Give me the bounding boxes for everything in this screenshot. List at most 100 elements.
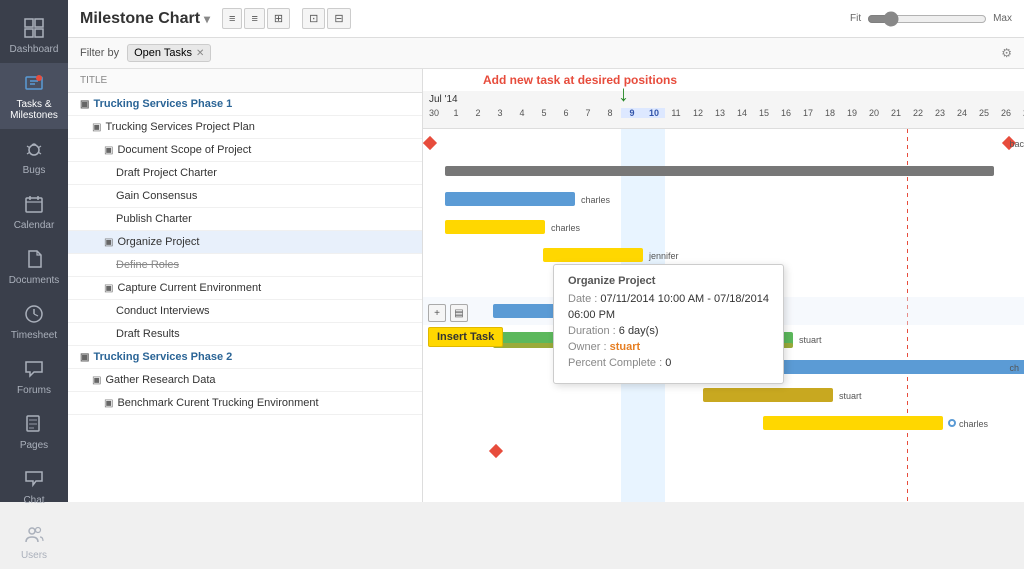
filter-tag-open-tasks[interactable]: Open Tasks ✕ [127,44,211,62]
chat-icon [22,467,46,491]
gantt-date-header: Jul '14 30 1 2 3 4 5 6 7 8 9 10 11 12 13 [423,91,1024,129]
collapse-icon[interactable]: ▣ [104,145,113,156]
gantt-day: 14 [731,108,753,118]
list-item[interactable]: ▣ Trucking Services Phase 2 [68,346,422,369]
task-tooltip: Organize Project Date : 07/11/2014 10:00… [553,264,784,384]
sidebar-item-label: Calendar [14,220,55,231]
sidebar-item-timesheet[interactable]: Timesheet [0,294,68,349]
max-label: Max [993,13,1012,24]
gantt-day: 8 [599,108,621,118]
list-item[interactable]: Publish Charter [68,208,422,231]
toolbar-expand-btn[interactable]: ⊟ [327,8,350,29]
edit-row-btn[interactable]: ▤ [450,304,468,322]
list-item[interactable]: Gain Consensus [68,185,422,208]
list-item[interactable]: Conduct Interviews [68,300,422,323]
sidebar-item-chat[interactable]: Chat [0,459,68,514]
sidebar-item-documents[interactable]: Documents [0,239,68,294]
gantt-day: 15 [753,108,775,118]
filter-tag-label: Open Tasks [134,47,192,59]
gantt-day: 12 [687,108,709,118]
add-row-btn[interactable]: + [428,304,446,322]
tooltip-time-row: 06:00 PM [568,309,769,321]
content-area: TITLE ▣ Trucking Services Phase 1 ▣ Truc… [68,69,1024,502]
gantt-day: 11 [665,108,687,118]
filter-tag-remove[interactable]: ✕ [196,48,204,59]
sidebar-item-users[interactable]: Users [0,514,68,569]
header: Milestone Chart ▾ ≡ ≡ ⊞ ⊡ ⊟ Fit Max [68,0,1024,38]
settings-icon[interactable]: ⚙ [1001,46,1012,60]
title-chevron[interactable]: ▾ [204,12,210,26]
gantt-day-today: 9 [621,108,643,118]
toolbar-indent-btn[interactable]: ≡ [244,8,264,29]
sidebar-item-tasks[interactable]: Tasks &Milestones [0,63,68,129]
sidebar-item-dashboard[interactable]: Dashboard [0,8,68,63]
list-item[interactable]: ▣ Trucking Services Phase 1 [68,93,422,116]
sidebar-item-pages[interactable]: Pages [0,404,68,459]
task-label: Trucking Services Phase 2 [93,351,232,363]
task-label: Capture Current Environment [117,282,261,294]
list-item[interactable]: Draft Project Charter [68,162,422,185]
sidebar-item-label: Tasks &Milestones [10,99,58,121]
collapse-icon[interactable]: ▣ [80,352,89,363]
gantt-row-interviews: stuart [423,381,1024,409]
tooltip-percent-label: Percent Complete : [568,357,662,369]
sidebar-item-forums[interactable]: Forums [0,349,68,404]
forums-icon [22,357,46,381]
list-item[interactable]: Draft Results [68,323,422,346]
list-item[interactable]: ▣ Trucking Services Project Plan [68,116,422,139]
filter-label: Filter by [80,47,119,59]
gantt-area: Add new task at desired positions ↓ Jul … [423,69,1024,502]
dashboard-icon [22,16,46,40]
list-item[interactable]: ▣ Organize Project [68,231,422,254]
diamond-start [423,136,437,150]
list-item[interactable]: ▣ Document Scope of Project [68,139,422,162]
collapse-icon[interactable]: ▣ [92,375,101,386]
toolbar-buttons: ≡ ≡ ⊞ ⊡ ⊟ [222,8,351,29]
gantt-bar-yellow [445,220,545,234]
sidebar-item-label: Timesheet [11,330,57,341]
gantt-day: 6 [555,108,577,118]
gantt-day: 23 [929,108,951,118]
task-label: Draft Results [116,328,180,340]
tooltip-time-value: 06:00 PM [568,309,615,321]
gantt-day: 27 [1017,108,1024,118]
owner-label: stuart [799,335,822,345]
toolbar-list-btn[interactable]: ≡ [222,8,242,29]
gantt-row-phase2 [423,437,1024,465]
collapse-icon[interactable]: ▣ [104,237,113,248]
toolbar-collapse-btn[interactable]: ⊡ [302,8,325,29]
tooltip-duration-value: 6 day(s) [619,325,659,337]
task-label: Define Roles [116,259,179,271]
collapse-icon[interactable]: ▣ [92,122,101,133]
task-label: Draft Project Charter [116,167,217,179]
list-item[interactable]: ▣ Gather Research Data [68,369,422,392]
list-item[interactable]: ▣ Benchmark Curent Trucking Environment [68,392,422,415]
sidebar-item-label: Chat [23,495,44,506]
fit-slider[interactable] [867,11,987,27]
add-task-arrow: ↓ [618,83,629,105]
insert-task-label: Insert Task [437,331,494,343]
owner-label: charles [581,195,610,205]
gantt-day: 26 [995,108,1017,118]
gantt-day: 25 [973,108,995,118]
gantt-day: 22 [907,108,929,118]
collapse-icon[interactable]: ▣ [80,99,89,110]
tooltip-owner-value: stuart [610,341,641,353]
owner-label: stuart [839,391,862,401]
fit-label: Fit [850,13,861,24]
toolbar-grid-btn[interactable]: ⊞ [267,8,290,29]
list-item[interactable]: Define Roles [68,254,422,277]
add-task-hint-area: Add new task at desired positions [483,71,994,89]
sidebar-item-calendar[interactable]: Calendar [0,184,68,239]
sidebar-item-label: Pages [20,440,48,451]
task-list: TITLE ▣ Trucking Services Phase 1 ▣ Truc… [68,69,423,502]
gantt-day: 17 [797,108,819,118]
tooltip-percent-row: Percent Complete : 0 [568,357,769,369]
gantt-row-benchmark: Unassigned [423,493,1024,502]
sidebar-item-bugs[interactable]: Bugs [0,129,68,184]
gantt-row-draft-charter: charles [423,213,1024,241]
insert-task-button[interactable]: Insert Task [428,327,503,347]
collapse-icon[interactable]: ▣ [104,398,113,409]
list-item[interactable]: ▣ Capture Current Environment [68,277,422,300]
collapse-icon[interactable]: ▣ [104,283,113,294]
